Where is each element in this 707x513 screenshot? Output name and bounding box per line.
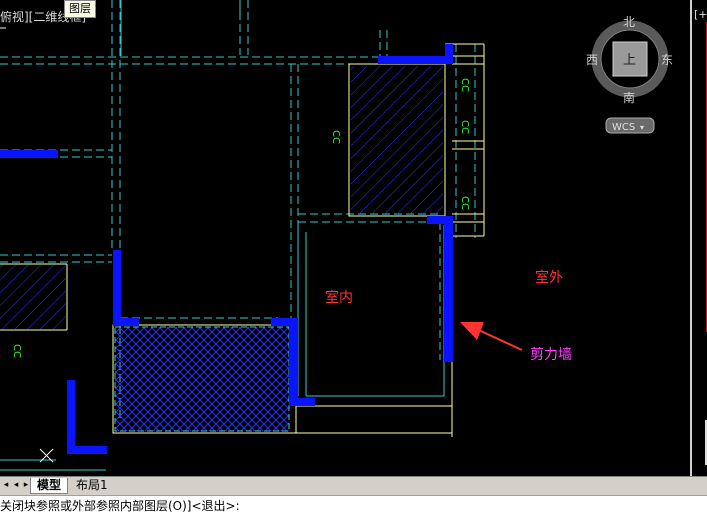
compass-west: 西 <box>586 53 598 67</box>
command-line[interactable]: 关闭块参照或外部参照内部图层(O)]<退出>: <box>0 495 707 513</box>
layer-tooltip: 图层 <box>64 0 96 18</box>
cad-drawing: CC CC CC CC CC 室内 室外 剪力墙 上 北 南 东 西 WCS ▾ <box>0 0 673 471</box>
tab-layout1[interactable]: 布局1 <box>70 478 114 493</box>
dim-mark-5: CC <box>11 344 22 358</box>
wcs-dropdown-icon: ▾ <box>640 123 644 132</box>
layout-tab-bar: ◂ ◂ ▸ 模型 布局1 <box>0 476 707 495</box>
shear-wall-label: 剪力墙 <box>530 347 572 363</box>
dim-mark-3: CC <box>459 196 470 210</box>
wcs-label: WCS <box>612 122 635 133</box>
drawing-canvas[interactable]: CC CC CC CC CC 室内 室外 剪力墙 上 北 南 东 西 WCS ▾… <box>0 0 690 476</box>
viewcube[interactable]: 上 北 南 东 西 WCS ▾ <box>586 15 673 134</box>
tab-next-icon[interactable]: ▸ <box>22 480 30 490</box>
tab-first-icon[interactable]: ◂ <box>2 480 10 490</box>
dim-mark-4: CC <box>330 130 341 144</box>
right-viewport-label[interactable]: [+] <box>694 8 707 21</box>
viewcube-top-label: 上 <box>623 53 636 68</box>
hatch-area-left <box>0 265 66 329</box>
compass-east: 东 <box>661 53 673 67</box>
right-viewport[interactable]: [+] <box>690 0 707 476</box>
indoor-label: 室内 <box>325 289 353 306</box>
command-line-text: 关闭块参照或外部参照内部图层(O)]<退出>: <box>0 499 240 513</box>
hatch-area-cross <box>115 327 289 431</box>
outdoor-label: 室外 <box>535 269 563 286</box>
arrow-icon <box>460 322 523 351</box>
hatch-area-upper <box>351 66 443 214</box>
dim-mark-2: CC <box>459 120 470 134</box>
tab-prev-icon[interactable]: ◂ <box>12 480 20 490</box>
dim-mark-1: CC <box>459 78 470 92</box>
compass-north: 北 <box>623 15 635 29</box>
tab-model[interactable]: 模型 <box>30 478 69 494</box>
compass-south: 南 <box>623 90 635 105</box>
